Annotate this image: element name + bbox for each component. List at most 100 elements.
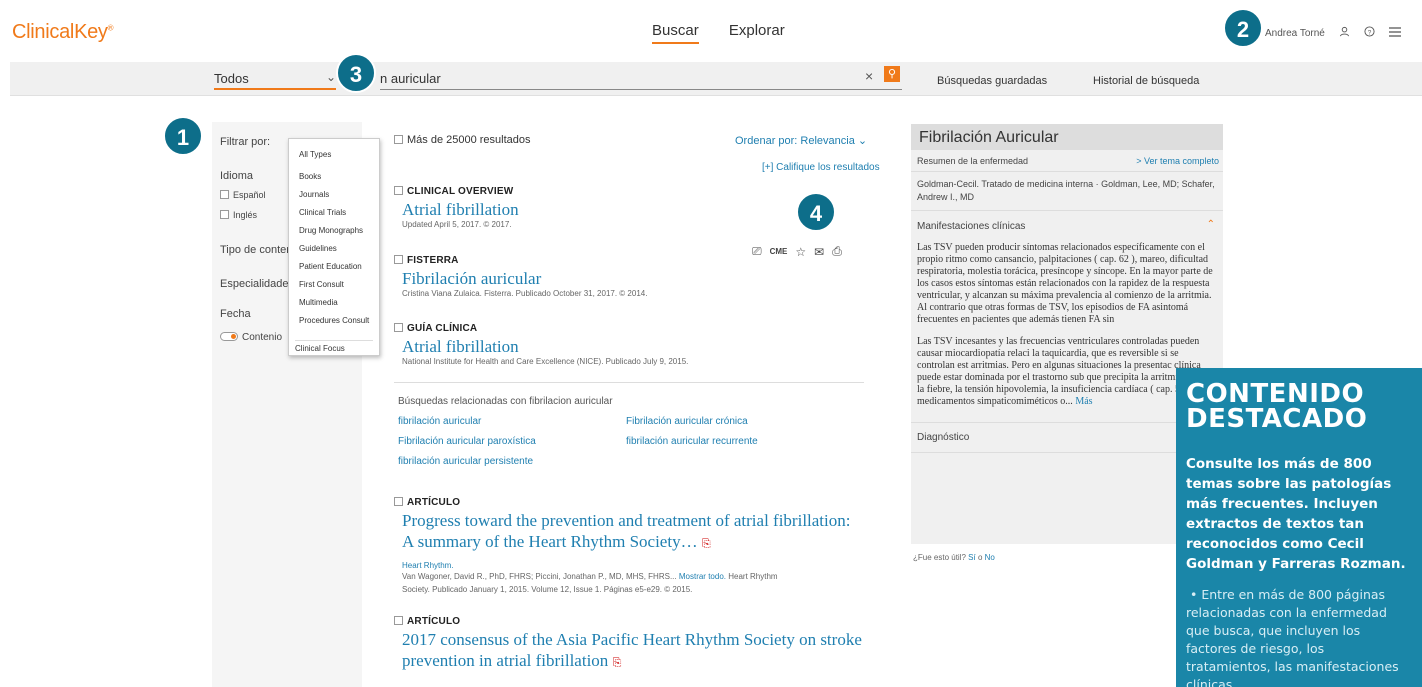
dropdown-item[interactable]: Journals (299, 190, 329, 199)
view-full-topic-link[interactable]: > Ver tema completo (1136, 156, 1219, 166)
feedback-yes[interactable]: Sí (968, 553, 976, 562)
search-button[interactable]: ⚲ (884, 66, 900, 82)
email-icon[interactable]: ✉ (814, 245, 824, 259)
help-icon[interactable]: ? (1364, 26, 1375, 40)
callout-badge-3: 3 (336, 53, 376, 93)
result-label: CLINICAL OVERVIEW (394, 186, 519, 197)
feedback-question: ¿Fue esto útil? (913, 553, 966, 562)
topic-section-title: Manifestaciones clínicas (917, 221, 1026, 232)
checkbox[interactable] (394, 255, 403, 264)
more-link[interactable]: Más (1075, 396, 1092, 407)
result-label: ARTÍCULO (394, 497, 864, 508)
result-pub: Society. Publicado January 1, 2015. Volu… (402, 585, 693, 594)
filter-spanish-label: Español (233, 190, 266, 200)
sort-select[interactable]: Ordenar por: Relevancia ⌄ (735, 134, 867, 147)
result-label-text: CLINICAL OVERVIEW (407, 186, 514, 197)
chevron-up-icon[interactable]: ⌃ (1207, 219, 1215, 230)
results-count: Más de 25000 resultados (394, 134, 531, 146)
dropdown-item[interactable]: All Types (299, 150, 331, 159)
user-icon[interactable] (1339, 26, 1350, 40)
checkbox[interactable] (220, 210, 229, 219)
checkbox[interactable] (394, 323, 403, 332)
checkbox[interactable] (394, 497, 403, 506)
nav-explorar[interactable]: Explorar (729, 22, 785, 39)
related-link[interactable]: fibrilación auricular persistente (398, 452, 533, 472)
featured-bullet: Entre en más de 800 páginas relacionadas… (1186, 586, 1412, 687)
callout-badge-4: 4 (796, 192, 836, 232)
result-label-text: ARTÍCULO (407, 497, 461, 508)
result-journal[interactable]: Heart Rhythm. (394, 561, 864, 570)
result-label: ARTÍCULO (394, 616, 864, 627)
filter-specialty[interactable]: Especialidade (220, 278, 289, 290)
dropdown-item[interactable]: Books (299, 172, 321, 181)
topic-summary-label: Resumen de la enfermedad (917, 156, 1029, 166)
topic-title: Fibrilación Auricular (911, 124, 1223, 150)
logo[interactable]: ClinicalKey® (12, 21, 114, 44)
filter-date[interactable]: Fecha (220, 308, 251, 320)
related-title: Búsquedas relacionadas con fibrilacion a… (398, 396, 613, 407)
filter-spanish[interactable]: Español (220, 190, 266, 200)
result-title[interactable]: 2017 consensus of the Asia Pacific Heart… (394, 629, 864, 674)
dropdown-item[interactable]: Clinical Trials (299, 208, 346, 217)
topic-section-header[interactable]: Manifestaciones clínicas ⌃ (911, 211, 1223, 242)
toggle-switch[interactable] (220, 332, 238, 341)
result-meta: Cristina Viana Zulaica. Fisterra. Public… (402, 289, 648, 298)
nav-buscar[interactable]: Buscar (652, 22, 699, 44)
chevron-down-icon: ⌄ (857, 135, 868, 147)
main-nav: Buscar Explorar (652, 22, 811, 44)
result-title[interactable]: Atrial fibrillation (394, 199, 519, 220)
checkbox[interactable] (394, 616, 403, 625)
result-title[interactable]: Atrial fibrillation (394, 336, 688, 357)
print-icon[interactable]: ⎙ (832, 244, 842, 259)
dropdown-item[interactable]: Drug Monographs (299, 226, 363, 235)
chevron-down-icon: ⌄ (325, 70, 336, 84)
feedback-no[interactable]: No (985, 553, 995, 562)
rate-results-link[interactable]: [+] Califique los resultados (762, 162, 880, 173)
dropdown-item[interactable]: Patient Education (299, 262, 362, 271)
user-name[interactable]: Andrea Torné (1265, 28, 1325, 39)
dropdown-item[interactable]: First Consult (299, 280, 344, 289)
checkbox[interactable] (394, 186, 403, 195)
result-label-text: ARTÍCULO (407, 616, 461, 627)
related-link[interactable]: Fibrilación auricular paroxística (398, 432, 536, 452)
search-history-link[interactable]: Historial de búsqueda (1093, 75, 1199, 87)
result-item: CLINICAL OVERVIEW Atrial fibrillation Up… (394, 186, 519, 229)
select-all-checkbox[interactable] (394, 135, 403, 144)
result-item: ARTÍCULO 2017 consensus of the Asia Paci… (394, 616, 864, 674)
pdf-icon[interactable]: ⎘ (702, 538, 711, 550)
content-toggle[interactable]: Contenio (220, 332, 282, 343)
menu-icon[interactable] (1388, 26, 1401, 40)
checkbox[interactable] (220, 190, 229, 199)
dropdown-item[interactable]: Procedures Consult (299, 316, 369, 325)
cme-button[interactable]: CME (770, 247, 788, 256)
show-all-link[interactable]: Mostrar todo. (679, 572, 726, 581)
clear-icon[interactable]: × (865, 68, 873, 84)
result-label: FISTERRA (394, 255, 647, 266)
result-label-text: FISTERRA (407, 255, 459, 266)
dropdown-item[interactable]: Clinical Focus (295, 340, 373, 353)
search-input[interactable]: n auricular (380, 68, 902, 90)
filter-english[interactable]: Inglés (220, 210, 257, 220)
result-item: GUÍA CLÍNICA Atrial fibrillation Nationa… (394, 323, 688, 366)
related-link[interactable]: fibrilación auricular (398, 412, 481, 432)
filter-english-label: Inglés (233, 210, 258, 220)
result-tools: ⎚ CME ☆ ✉ ⎙ (752, 244, 842, 259)
dropdown-item[interactable]: Multimedia (299, 298, 338, 307)
presentation-icon[interactable]: ⎚ (752, 244, 762, 259)
related-link[interactable]: Fibrilación auricular crónica (626, 412, 748, 432)
saved-searches-link[interactable]: Búsquedas guardadas (937, 75, 1047, 87)
result-title[interactable]: Fibrilación auricular (394, 268, 647, 289)
featured-title: CONTENIDO DESTACADO (1186, 379, 1368, 434)
scope-select[interactable]: Todos ⌄ (214, 68, 336, 90)
result-source: Heart Rhythm (728, 572, 778, 581)
result-title[interactable]: Progress toward the prevention and treat… (394, 510, 864, 555)
language-label: Idioma (220, 170, 254, 182)
related-link[interactable]: fibrilación auricular recurrente (626, 432, 758, 452)
top-bar: ClinicalKey® Buscar Explorar Andrea Torn… (0, 8, 1422, 60)
pdf-icon[interactable]: ⎘ (613, 657, 622, 669)
star-icon[interactable]: ☆ (795, 245, 806, 259)
filter-content-type[interactable]: Tipo de conter (220, 244, 290, 256)
dropdown-item[interactable]: Guidelines (299, 244, 337, 253)
sort-label: Ordenar por: Relevancia (735, 135, 855, 147)
result-meta: Updated April 5, 2017. © 2017. (402, 220, 512, 229)
